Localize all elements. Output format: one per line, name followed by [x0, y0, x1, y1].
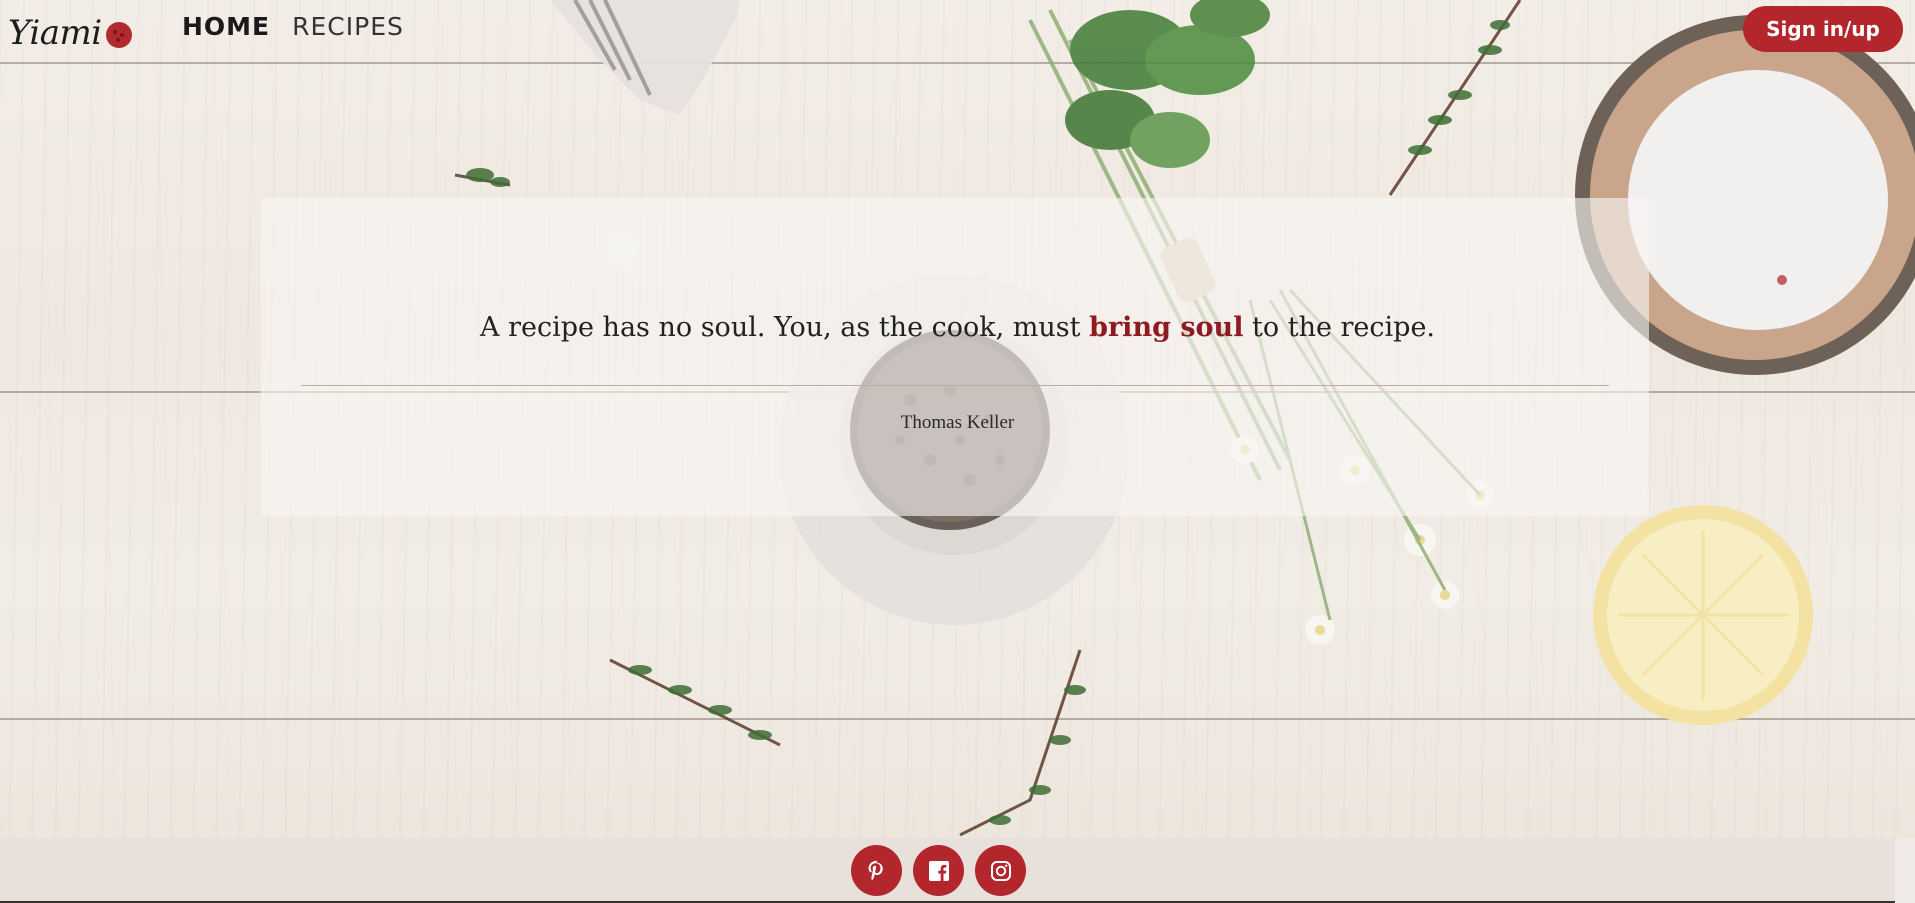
- quote-text-part: A recipe has no soul. You, as the cook, …: [479, 312, 1090, 343]
- pinterest-icon: [868, 860, 883, 881]
- nav-recipes-link[interactable]: RECIPES: [292, 12, 404, 41]
- quote-text-part: to the recipe.: [1243, 312, 1436, 343]
- cookie-icon: [105, 22, 132, 48]
- facebook-link[interactable]: [913, 845, 964, 896]
- main-nav: HOME RECIPES: [182, 12, 404, 41]
- footer-edge: [1895, 838, 1915, 903]
- nav-home-link[interactable]: HOME: [182, 12, 270, 41]
- sign-in-button[interactable]: Sign in/up: [1743, 6, 1903, 52]
- quote-author: Thomas Keller: [900, 412, 1015, 433]
- facebook-icon: [928, 860, 949, 881]
- social-links: [851, 845, 1026, 896]
- logo-text: Yiami: [8, 13, 102, 53]
- instagram-icon: [990, 860, 1011, 881]
- instagram-link[interactable]: [975, 845, 1026, 896]
- quote-text: A recipe has no soul. You, as the cook, …: [0, 312, 1915, 343]
- quote-card: [261, 198, 1649, 516]
- quote-divider: [301, 385, 1609, 386]
- site-logo[interactable]: Yiami: [8, 8, 132, 58]
- quote-highlight: bring soul: [1089, 312, 1244, 343]
- pinterest-link[interactable]: [851, 845, 902, 896]
